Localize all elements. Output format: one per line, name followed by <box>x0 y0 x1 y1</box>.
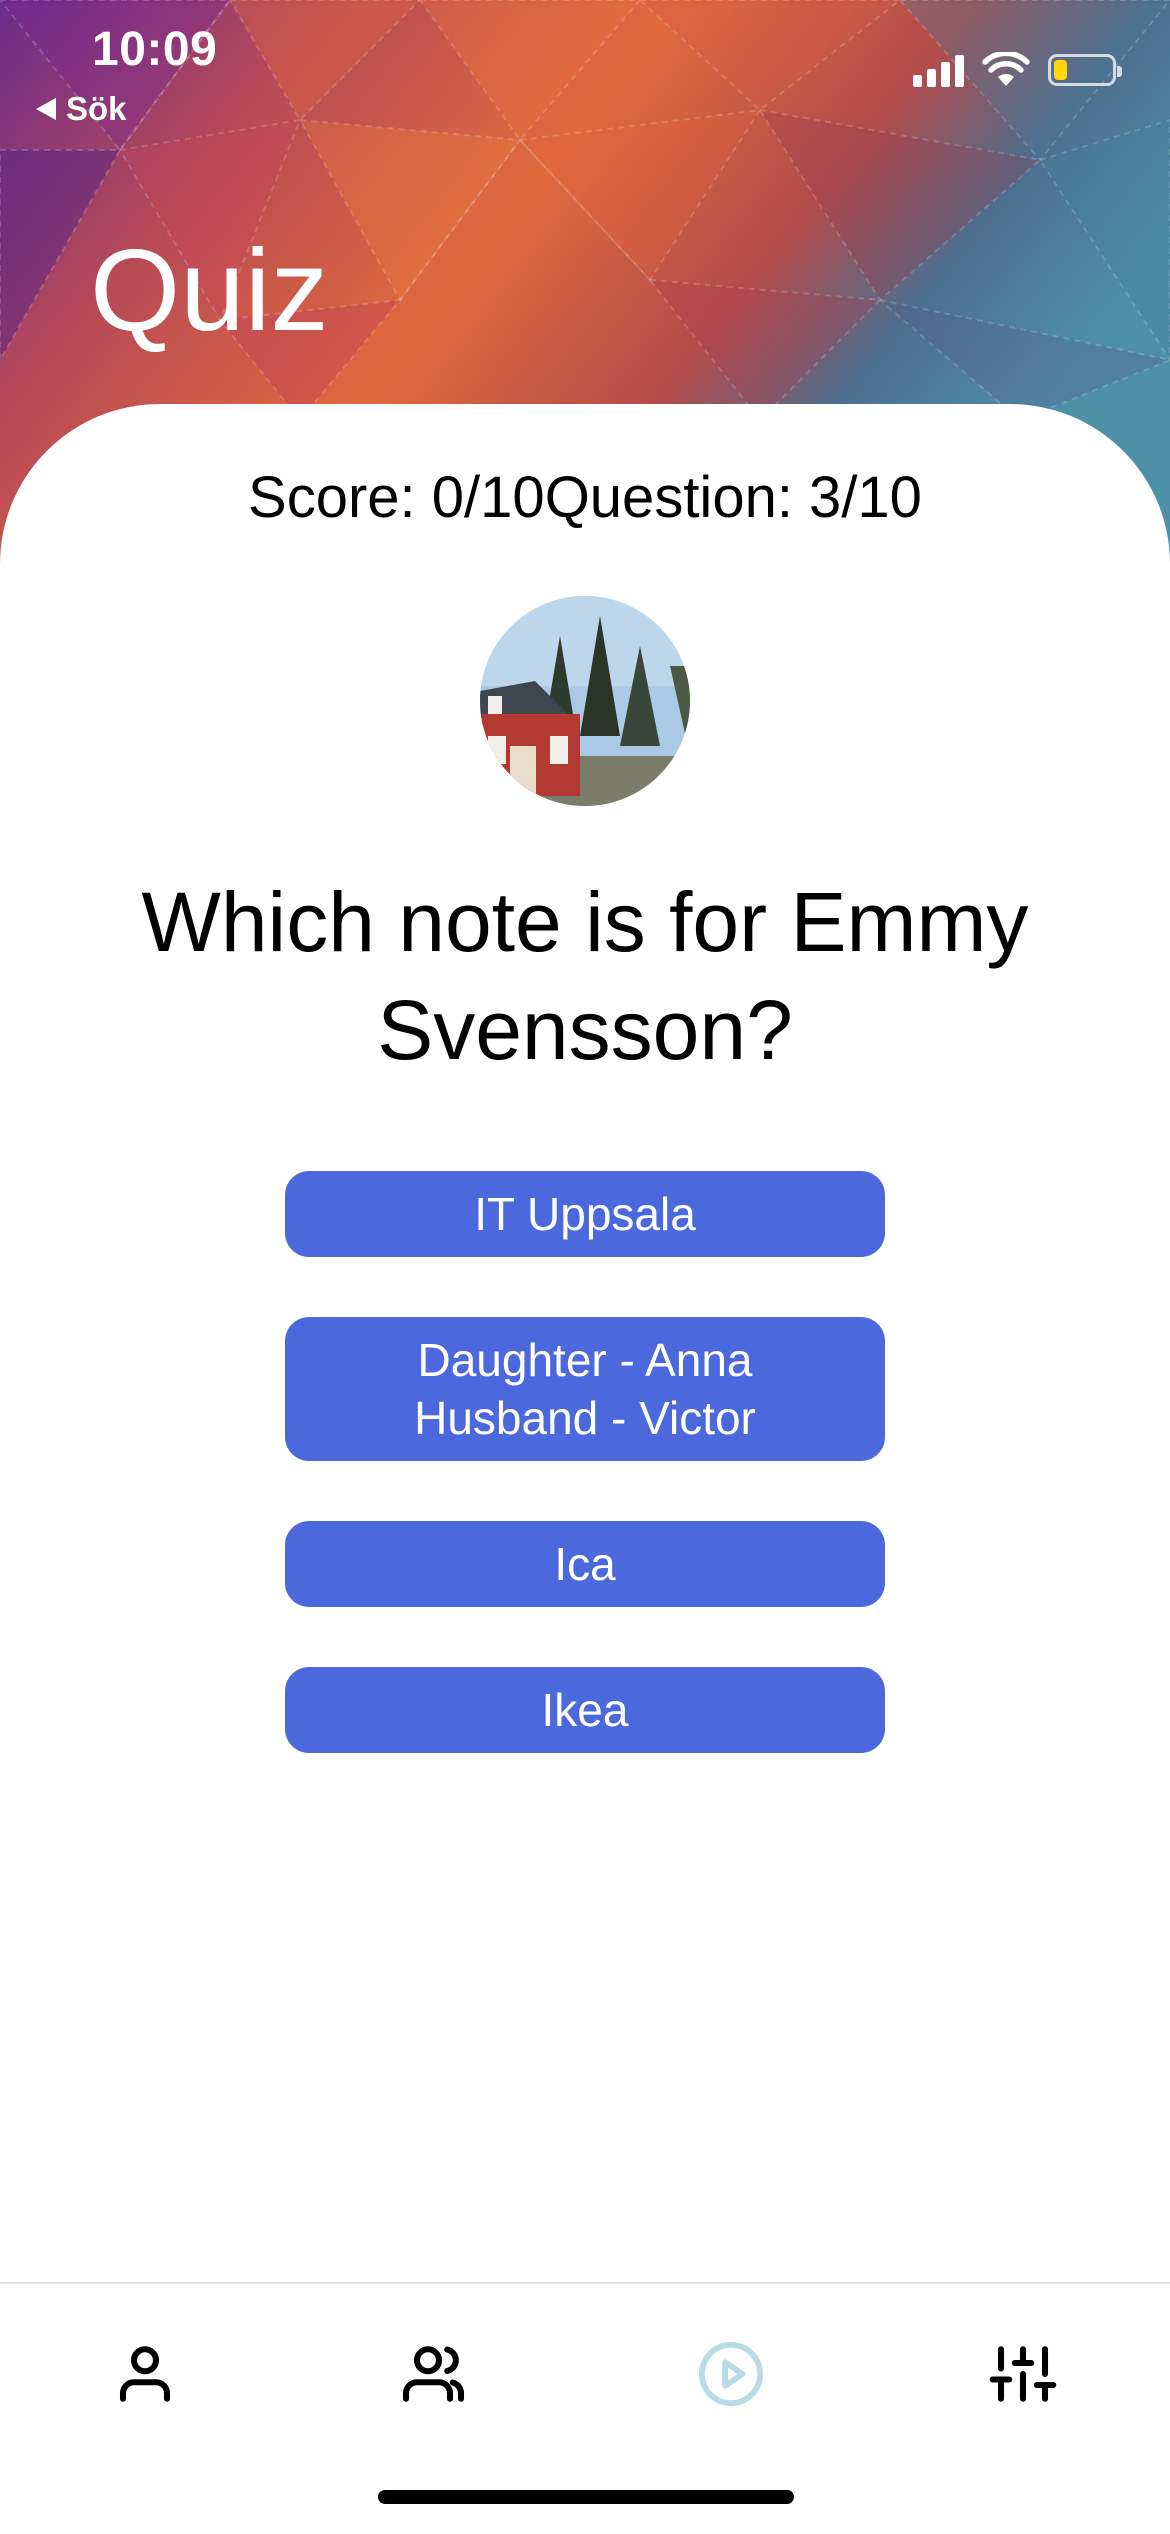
house-photo-icon <box>480 596 690 806</box>
wifi-icon <box>982 52 1030 86</box>
home-indicator[interactable] <box>378 2490 794 2504</box>
tab-quiz[interactable] <box>681 2324 781 2424</box>
answer-button[interactable]: Ica <box>285 1521 885 1607</box>
tab-settings[interactable] <box>973 2324 1073 2424</box>
answer-button[interactable]: Ikea <box>285 1667 885 1753</box>
tab-contacts[interactable] <box>389 2324 489 2424</box>
sliders-icon <box>989 2346 1057 2402</box>
person-icon <box>119 2346 171 2402</box>
back-triangle-icon <box>36 98 56 120</box>
play-circle-icon <box>698 2341 764 2407</box>
cellular-signal-icon <box>913 53 964 87</box>
score-line: Score: 0/10Question: 3/10 <box>0 464 1170 531</box>
answer-list: IT Uppsala Daughter - Anna Husband - Vic… <box>285 1171 885 1813</box>
tab-profile[interactable] <box>95 2324 195 2424</box>
people-icon <box>402 2346 465 2402</box>
status-icons <box>913 52 1122 88</box>
back-label: Sök <box>66 90 127 127</box>
house-photo-avatar <box>480 596 690 806</box>
battery-icon <box>1048 54 1122 86</box>
status-time: 10:09 <box>92 23 218 76</box>
question-counter-text: Question: 3/10 <box>544 465 922 530</box>
score-text: Score: 0/10 <box>248 465 545 530</box>
answer-button[interactable]: IT Uppsala <box>285 1171 885 1257</box>
answer-button[interactable]: Daughter - Anna Husband - Victor <box>285 1317 885 1461</box>
page-title: Quiz <box>90 225 329 355</box>
back-to-search-link[interactable]: Sök <box>36 90 127 128</box>
question-text: Which note is for Emmy Svensson? <box>141 875 1029 1077</box>
